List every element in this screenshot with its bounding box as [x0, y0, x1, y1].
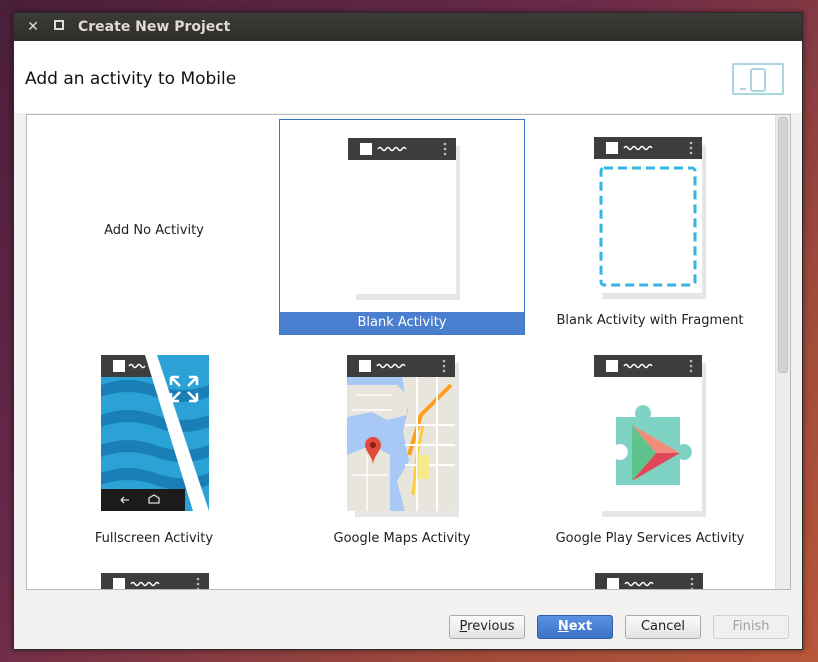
- tile-label: Blank Activity: [280, 312, 524, 334]
- activity-tile-add-no-activity[interactable]: Add No Activity: [31, 119, 277, 335]
- previous-button[interactable]: Previous: [449, 615, 525, 639]
- close-icon[interactable]: ✕: [24, 18, 42, 36]
- finish-button[interactable]: Finish: [713, 615, 789, 639]
- maps-activity-thumbnail: [347, 355, 459, 517]
- gallery-scrollbar[interactable]: [775, 115, 790, 589]
- activity-tile-google-play-services-activity[interactable]: Google Play Services Activity: [527, 337, 773, 553]
- tile-label: Fullscreen Activity: [94, 531, 214, 546]
- maximize-icon[interactable]: [50, 18, 68, 36]
- previous-mnemonic: P: [459, 619, 468, 634]
- blank-activity-thumbnail: [348, 138, 460, 300]
- previous-label: revious: [467, 619, 515, 634]
- activity-tile-google-maps-activity[interactable]: Google Maps Activity: [279, 337, 525, 553]
- next-button[interactable]: Next: [537, 615, 613, 639]
- next-label: ext: [568, 619, 593, 634]
- partial-tile-thumbnail: [101, 573, 209, 589]
- next-mnemonic: N: [557, 619, 569, 634]
- tile-label: Add No Activity: [104, 223, 204, 238]
- play-services-activity-thumbnail: [594, 355, 706, 517]
- partial-tile-thumbnail: [595, 573, 703, 589]
- page-title: Add an activity to Mobile: [25, 69, 237, 89]
- cancel-button[interactable]: Cancel: [625, 615, 701, 639]
- fullscreen-activity-thumbnail: [101, 355, 209, 511]
- scrollbar-thumb[interactable]: [778, 117, 788, 373]
- device-icon: [732, 63, 784, 95]
- tile-label: Google Play Services Activity: [555, 531, 745, 546]
- window-title: Create New Project: [78, 19, 231, 35]
- activity-tile-blank-activity-with-fragment[interactable]: Blank Activity with Fragment: [527, 119, 773, 335]
- activity-tile-blank-activity[interactable]: Blank Activity: [279, 119, 525, 335]
- wizard-header: Add an activity to Mobile: [14, 41, 802, 113]
- tile-label: Blank Activity with Fragment: [556, 313, 744, 328]
- window-titlebar: ✕ Create New Project: [14, 13, 802, 41]
- activity-tile-fullscreen-activity[interactable]: Fullscreen Activity: [31, 337, 277, 553]
- tile-label: Google Maps Activity: [333, 531, 471, 546]
- activity-gallery: Add No Activity Blank Activity Blank Act…: [26, 114, 791, 590]
- fragment-activity-thumbnail: [594, 137, 706, 299]
- create-new-project-window: ✕ Create New Project Add an activity to …: [13, 12, 803, 650]
